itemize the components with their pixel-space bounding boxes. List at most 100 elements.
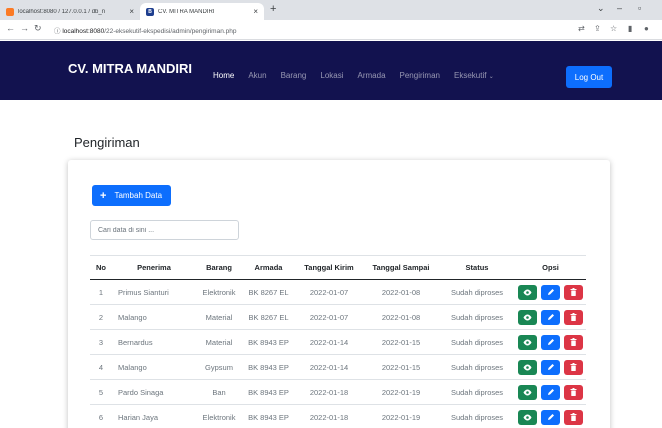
tab-label: CV. MITRA MANDIRI: [158, 8, 215, 15]
delete-button[interactable]: [564, 384, 583, 400]
brand-logo-text[interactable]: CV. MITRA MANDIRI: [68, 61, 192, 76]
cell-status: Sudah diproses: [439, 354, 515, 380]
trash-icon: [570, 413, 577, 421]
table-header-row: No Penerima Barang Armada Tanggal Kirim …: [90, 255, 586, 280]
address-bar: ← → ↻ ⓘ localhost:8080/22-eksekutif-eksp…: [0, 20, 662, 40]
nav-armada[interactable]: Armada: [358, 71, 386, 83]
cell-opsi: [515, 329, 586, 355]
pencil-icon: [547, 364, 554, 370]
eye-icon: [523, 364, 532, 370]
cell-tanggal-kirim: 2022-01-14: [295, 329, 363, 355]
add-data-button[interactable]: + Tambah Data: [92, 185, 171, 206]
cell-armada: BK 8267 EL: [242, 279, 295, 305]
delete-button[interactable]: [564, 409, 583, 425]
cell-opsi: [515, 279, 586, 305]
view-button[interactable]: [518, 384, 537, 400]
pencil-icon: [547, 314, 554, 320]
browser-tab-bar: localhost:8080 / 127.0.0.1 / db_n × B CV…: [0, 0, 662, 20]
shipment-table: No Penerima Barang Armada Tanggal Kirim …: [90, 255, 586, 428]
delete-button[interactable]: [564, 359, 583, 375]
search-input[interactable]: [90, 220, 239, 240]
chevron-down-icon: ⌄: [488, 74, 494, 80]
pencil-icon: [547, 339, 554, 345]
view-button[interactable]: [518, 409, 537, 425]
cell-tanggal-sampai: 2022-01-08: [363, 279, 439, 305]
edit-button[interactable]: [541, 334, 560, 350]
share-icon[interactable]: ⇪: [594, 24, 601, 33]
col-header-no: No: [90, 255, 112, 280]
view-button[interactable]: [518, 359, 537, 375]
view-button[interactable]: [518, 284, 537, 300]
maximize-icon[interactable]: ▫: [638, 3, 641, 13]
nav-eksekutif-dropdown[interactable]: Eksekutif ⌄: [454, 71, 494, 83]
table-row: 3 Bernardus Material BK 8943 EP 2022-01-14 20…: [90, 329, 586, 355]
browser-tab-mitra[interactable]: B CV. MITRA MANDIRI ×: [140, 3, 264, 20]
eye-icon: [523, 414, 532, 420]
cell-tanggal-kirim: 2022-01-18: [295, 404, 363, 428]
trash-icon: [570, 288, 577, 296]
forward-arrow-icon[interactable]: →: [20, 23, 29, 33]
edit-button[interactable]: [541, 384, 560, 400]
trash-icon: [570, 388, 577, 396]
delete-button[interactable]: [564, 284, 583, 300]
col-header-barang: Barang: [196, 255, 242, 280]
trash-icon: [570, 338, 577, 346]
cell-no: 2: [90, 304, 112, 330]
nav-barang[interactable]: Barang: [281, 71, 307, 83]
pencil-icon: [547, 414, 554, 420]
url-host: localhost:8080: [62, 28, 105, 35]
data-card: + Tambah Data No Penerima Barang Armada …: [68, 160, 610, 428]
edit-button[interactable]: [541, 309, 560, 325]
cell-penerima: Malango: [112, 354, 196, 380]
cell-status: Sudah diproses: [439, 279, 515, 305]
table-row: 2 Malango Material BK 8267 EL 2022-01-07 2022…: [90, 304, 586, 330]
cell-barang: Gypsum: [196, 354, 242, 380]
minimize-icon[interactable]: –: [617, 3, 622, 13]
pencil-icon: [547, 389, 554, 395]
cell-penerima: Primus Sianturi: [112, 279, 196, 305]
new-tab-icon[interactable]: +: [270, 3, 276, 15]
view-button[interactable]: [518, 334, 537, 350]
plus-icon: +: [100, 189, 107, 202]
nav-home[interactable]: Home: [213, 71, 234, 83]
close-icon[interactable]: ×: [129, 7, 134, 16]
translate-icon[interactable]: ⇄: [578, 24, 585, 33]
cell-opsi: [515, 404, 586, 428]
profile-icon[interactable]: ●: [644, 24, 649, 33]
pencil-icon: [547, 289, 554, 295]
eye-icon: [523, 389, 532, 395]
tab-search-chevron-icon[interactable]: ⌄: [597, 3, 605, 14]
delete-button[interactable]: [564, 334, 583, 350]
view-button[interactable]: [518, 309, 537, 325]
table-row: 6 Harian Jaya Elektronik BK 8943 EP 2022-01-…: [90, 404, 586, 428]
edit-button[interactable]: [541, 359, 560, 375]
close-icon[interactable]: ×: [253, 7, 258, 16]
cell-opsi: [515, 304, 586, 330]
bookmark-star-icon[interactable]: ☆: [610, 24, 617, 33]
edit-button[interactable]: [541, 284, 560, 300]
trash-icon: [570, 363, 577, 371]
eye-icon: [523, 289, 532, 295]
logout-button[interactable]: Log Out: [566, 66, 612, 88]
nav-pengiriman[interactable]: Pengiriman: [400, 71, 440, 83]
edit-button[interactable]: [541, 409, 560, 425]
eye-icon: [523, 314, 532, 320]
nav-lokasi[interactable]: Lokasi: [320, 71, 343, 83]
cell-tanggal-kirim: 2022-01-14: [295, 354, 363, 380]
sidepanel-icon[interactable]: ▮: [628, 24, 632, 33]
url-field[interactable]: ⓘ localhost:8080/22-eksekutif-ekspedisi/…: [54, 25, 236, 35]
reload-icon[interactable]: ↻: [34, 23, 42, 34]
browser-tab-phpmyadmin[interactable]: localhost:8080 / 127.0.0.1 / db_n ×: [0, 3, 140, 20]
cell-penerima: Malango: [112, 304, 196, 330]
back-arrow-icon[interactable]: ←: [6, 23, 15, 33]
app-navbar: CV. MITRA MANDIRI Home Akun Barang Lokas…: [0, 41, 662, 100]
cell-penerima: Pardo Sinaga: [112, 379, 196, 405]
cell-no: 6: [90, 404, 112, 428]
cell-barang: Material: [196, 304, 242, 330]
cell-tanggal-kirim: 2022-01-18: [295, 379, 363, 405]
cell-tanggal-sampai: 2022-01-15: [363, 329, 439, 355]
phpmyadmin-favicon-icon: [6, 7, 14, 16]
col-header-armada: Armada: [242, 255, 295, 280]
nav-akun[interactable]: Akun: [248, 71, 266, 83]
delete-button[interactable]: [564, 309, 583, 325]
